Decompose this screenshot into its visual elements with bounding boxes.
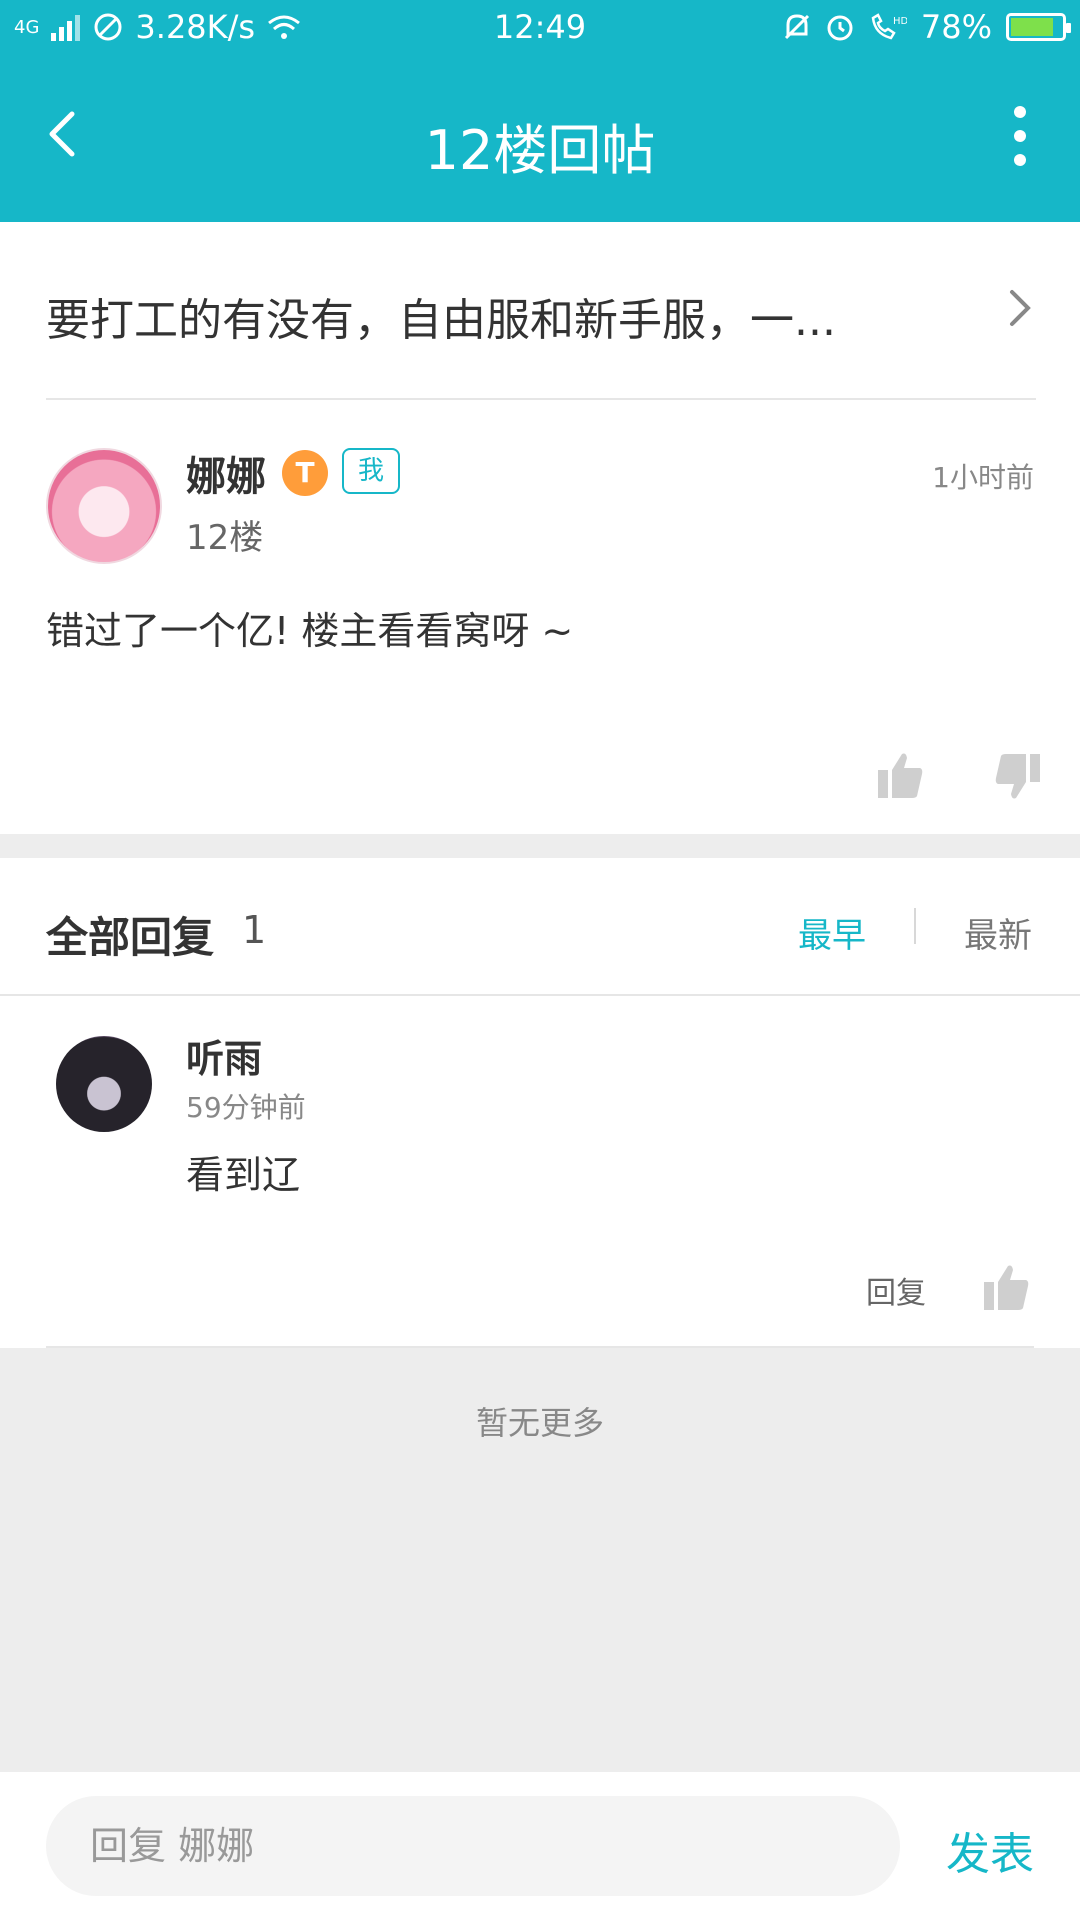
replies-header: 全部回复 1 最早 最新 xyxy=(0,858,1080,996)
page-title: 12楼回帖 xyxy=(424,119,656,182)
reply-author[interactable]: 听雨 xyxy=(186,1028,262,1083)
divider xyxy=(46,1346,1034,1348)
thumbs-up-icon[interactable] xyxy=(876,750,924,800)
send-button[interactable]: 发表 xyxy=(946,1818,1034,1882)
status-right: HD 78% xyxy=(783,8,1071,46)
replies-count: 1 xyxy=(242,908,267,952)
replies-section: 全部回复 1 最早 最新 听雨 59分钟前 看到辽 回复 xyxy=(0,858,1080,1348)
top-bar: 4G 3.28K/s 12:49 HD 78% 12楼回帖 xyxy=(0,0,1080,222)
post-content: 错过了一个亿! 楼主看看窝呀 ~ xyxy=(46,609,574,653)
post-time: 1小时前 xyxy=(932,461,1034,494)
reply-input[interactable] xyxy=(46,1796,900,1896)
nav-bar: 12楼回帖 xyxy=(0,56,1080,222)
level-badge: T xyxy=(282,450,328,496)
status-bar: 4G 3.28K/s 12:49 HD 78% xyxy=(0,0,1080,56)
hd-call-icon: HD xyxy=(871,13,907,40)
post-author[interactable]: 娜娜 xyxy=(186,444,266,502)
sort-divider xyxy=(914,908,916,944)
battery-icon xyxy=(1006,13,1071,41)
more-vertical-icon[interactable] xyxy=(1000,106,1040,166)
thread-title: 要打工的有没有，自由服和新手服，一... xyxy=(46,295,836,346)
thumbs-up-icon[interactable] xyxy=(982,1262,1030,1312)
floor-number: 12楼 xyxy=(186,518,264,558)
chevron-right-icon xyxy=(1010,290,1031,326)
sort-latest-tab[interactable]: 最新 xyxy=(964,908,1032,957)
bottom-bar: 发表 xyxy=(0,1772,1080,1920)
battery-percent: 78% xyxy=(920,8,992,46)
reply-button[interactable]: 回复 xyxy=(866,1268,926,1312)
reply-content: 看到辽 xyxy=(186,1153,301,1197)
avatar[interactable] xyxy=(46,448,162,564)
sort-earliest-tab[interactable]: 最早 xyxy=(798,908,866,957)
thumbs-down-icon[interactable] xyxy=(994,752,1042,802)
bell-muted-icon xyxy=(784,14,809,40)
replies-title: 全部回复 xyxy=(46,913,215,962)
reply-avatar[interactable] xyxy=(56,1036,152,1132)
me-tag: 我 xyxy=(342,448,400,494)
svg-text:HD: HD xyxy=(893,16,907,27)
alarm-icon xyxy=(827,15,853,41)
reply-time: 59分钟前 xyxy=(186,1091,306,1124)
thread-link[interactable]: 要打工的有没有，自由服和新手服，一... xyxy=(46,222,1036,400)
post-card: 要打工的有没有，自由服和新手服，一... 娜娜 T 我 12楼 1小时前 错过了… xyxy=(0,222,1080,834)
no-more-label: 暂无更多 xyxy=(475,1404,604,1442)
